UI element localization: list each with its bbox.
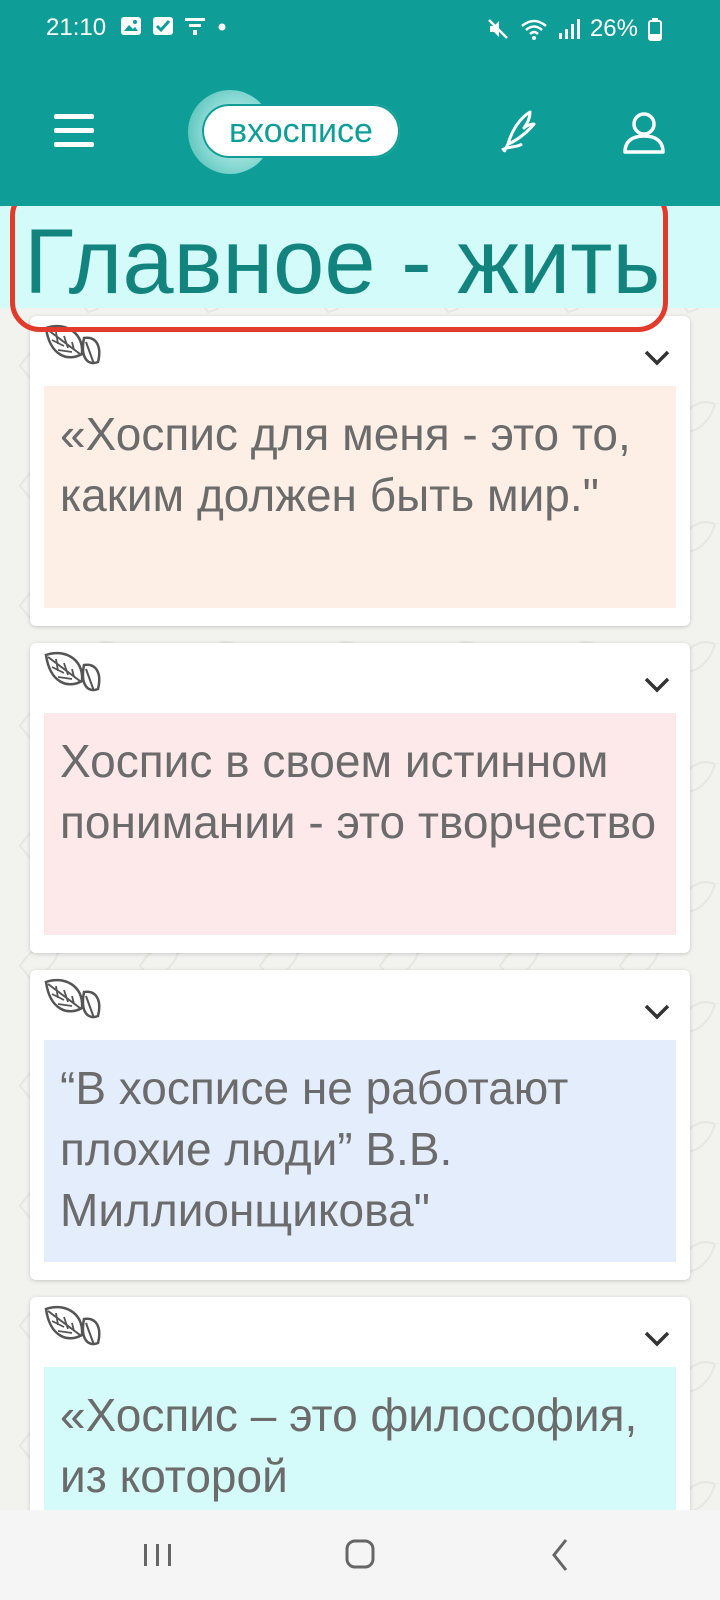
- quote-text: “В хосписе не работают плохие люди” В.В.…: [44, 1040, 676, 1262]
- leaf-icon: [44, 978, 101, 1019]
- quote-text: «Хоспис для меня - это то, каким должен …: [44, 386, 676, 608]
- back-icon: [552, 1539, 568, 1571]
- wifi-icon: [521, 19, 547, 40]
- chevron-down-icon[interactable]: [642, 1000, 672, 1022]
- filter-icon: [185, 18, 205, 35]
- feed[interactable]: Главное - жить «Хоспис для меня - это то…: [0, 206, 720, 1510]
- signal-icon: [558, 19, 580, 39]
- home-icon: [345, 1539, 375, 1569]
- dot-icon: [218, 23, 226, 31]
- mute-icon: [488, 19, 508, 39]
- quote-text: Хоспис в своем истинном понимании - это …: [44, 713, 676, 935]
- chevron-down-icon[interactable]: [642, 673, 672, 695]
- home-button[interactable]: [330, 1532, 390, 1578]
- system-nav-bar: [0, 1510, 720, 1600]
- user-icon: [623, 112, 665, 154]
- pen-icon: [501, 110, 536, 153]
- chevron-down-icon[interactable]: [642, 1327, 672, 1349]
- toolbar: вхосписе: [0, 80, 720, 180]
- image-icon: [121, 17, 141, 35]
- write-button[interactable]: [496, 108, 544, 156]
- chevron-down-icon[interactable]: [642, 346, 672, 368]
- logo-text: вхосписе: [202, 104, 400, 158]
- menu-icon: [54, 114, 94, 147]
- quote-text: «Хоспис – это философия, из которой: [44, 1367, 676, 1510]
- app-bar: 21:10 26% вхосписе: [0, 0, 720, 206]
- quote-card[interactable]: «Хоспис для меня - это то, каким должен …: [30, 316, 690, 626]
- app-logo[interactable]: вхосписе: [188, 90, 414, 174]
- profile-button[interactable]: [620, 108, 668, 156]
- battery-icon: [648, 18, 662, 41]
- battery-level: 26%: [589, 15, 638, 42]
- quote-card[interactable]: Хоспис в своем истинном понимании - это …: [30, 643, 690, 953]
- status-time: 21:10: [46, 14, 107, 41]
- checkbox-icon: [153, 17, 173, 35]
- status-bar: 21:10 26%: [0, 0, 720, 58]
- recents-icon: [144, 1544, 171, 1566]
- quote-card[interactable]: «Хоспис – это философия, из которой: [30, 1297, 690, 1510]
- quote-card[interactable]: “В хосписе не работают плохие люди” В.В.…: [30, 970, 690, 1280]
- leaf-icon: [44, 651, 101, 692]
- highlight-outline: [10, 206, 668, 332]
- recents-button[interactable]: [128, 1532, 188, 1578]
- menu-button[interactable]: [48, 106, 104, 156]
- leaf-icon: [44, 1305, 101, 1346]
- back-button[interactable]: [532, 1532, 592, 1578]
